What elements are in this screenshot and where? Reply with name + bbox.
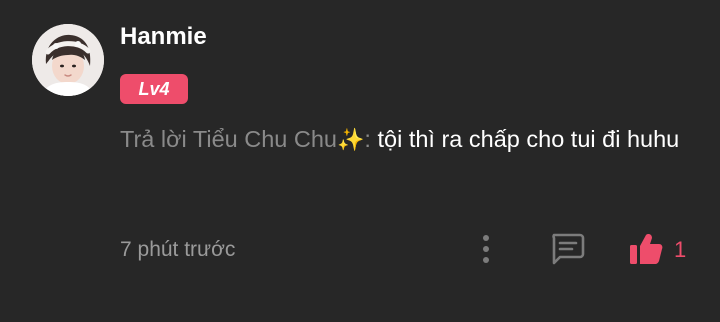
sparkle-emoji: ✨ (337, 127, 365, 152)
reply-separator: : (364, 126, 378, 152)
comment-body: Trả lời Tiểu Chu Chu✨: tội thì ra chấp c… (120, 118, 700, 161)
like-button[interactable]: 1 (628, 230, 692, 268)
reply-target-name[interactable]: Tiểu Chu Chu (193, 126, 337, 152)
thumbs-up-icon (630, 234, 663, 264)
level-badge: Lv4 (120, 74, 188, 104)
avatar[interactable] (32, 24, 104, 96)
author-name[interactable]: Hanmie (120, 22, 207, 52)
vertical-ellipsis-icon (483, 235, 489, 263)
more-options-button[interactable] (472, 232, 500, 266)
avatar-image (32, 24, 104, 96)
chat-bubble-icon (552, 233, 585, 265)
comment-item: Hanmie Lv4 Trả lời Tiểu Chu Chu✨: tội th… (0, 0, 720, 322)
comment-timestamp: 7 phút trước (120, 238, 236, 261)
comment-message: tội thì ra chấp cho tui đi huhu (377, 126, 680, 152)
reply-prefix: Trả lời (120, 126, 193, 152)
reply-button[interactable] (548, 232, 586, 266)
like-count: 1 (674, 237, 687, 262)
